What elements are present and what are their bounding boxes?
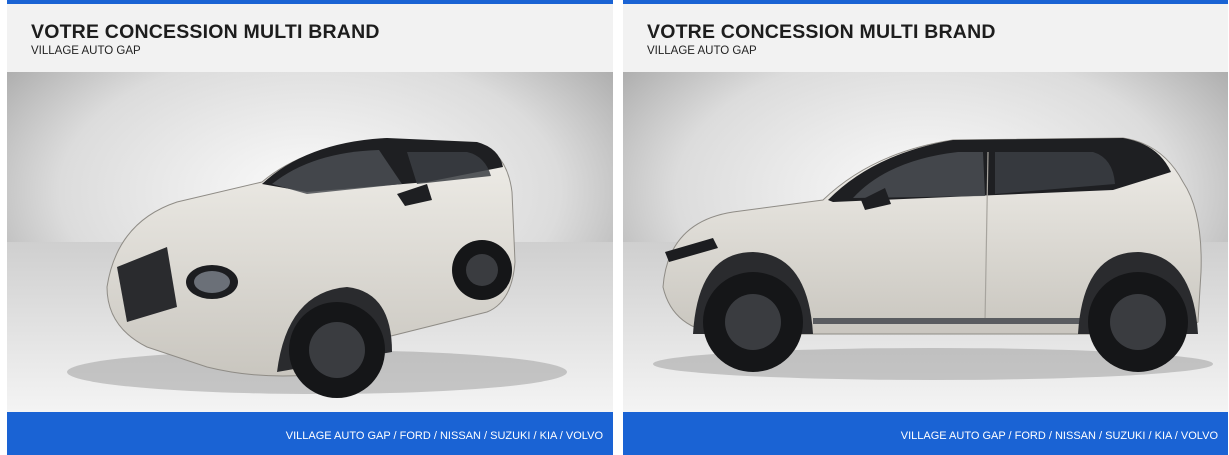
footer-brands-text: VILLAGE AUTO GAP / FORD / NISSAN / SUZUK… [900,430,1218,442]
dealer-title: VOTRE CONCESSION MULTI BRAND [647,21,996,43]
vehicle-photo-card-2[interactable]: VOTRE CONCESSION MULTI BRAND VILLAGE AUT… [623,0,1228,455]
dealer-title: VOTRE CONCESSION MULTI BRAND [31,21,380,43]
footer-brands-text: VILLAGE AUTO GAP / FORD / NISSAN / SUZUK… [285,430,603,442]
dealer-subtitle: VILLAGE AUTO GAP [647,45,757,57]
car-front-illustration [7,72,613,412]
vehicle-photo-side[interactable] [623,72,1228,412]
dealer-subtitle: VILLAGE AUTO GAP [31,45,141,57]
card-header: VOTRE CONCESSION MULTI BRAND VILLAGE AUT… [7,4,613,72]
card-header: VOTRE CONCESSION MULTI BRAND VILLAGE AUT… [623,4,1228,72]
car-side-illustration [623,72,1228,412]
vehicle-photo-card-1[interactable]: VOTRE CONCESSION MULTI BRAND VILLAGE AUT… [7,0,613,455]
footer-bar: VILLAGE AUTO GAP / FORD / NISSAN / SUZUK… [7,412,613,455]
footer-bar: VILLAGE AUTO GAP / FORD / NISSAN / SUZUK… [623,412,1228,455]
vehicle-photo-front[interactable] [7,72,613,412]
